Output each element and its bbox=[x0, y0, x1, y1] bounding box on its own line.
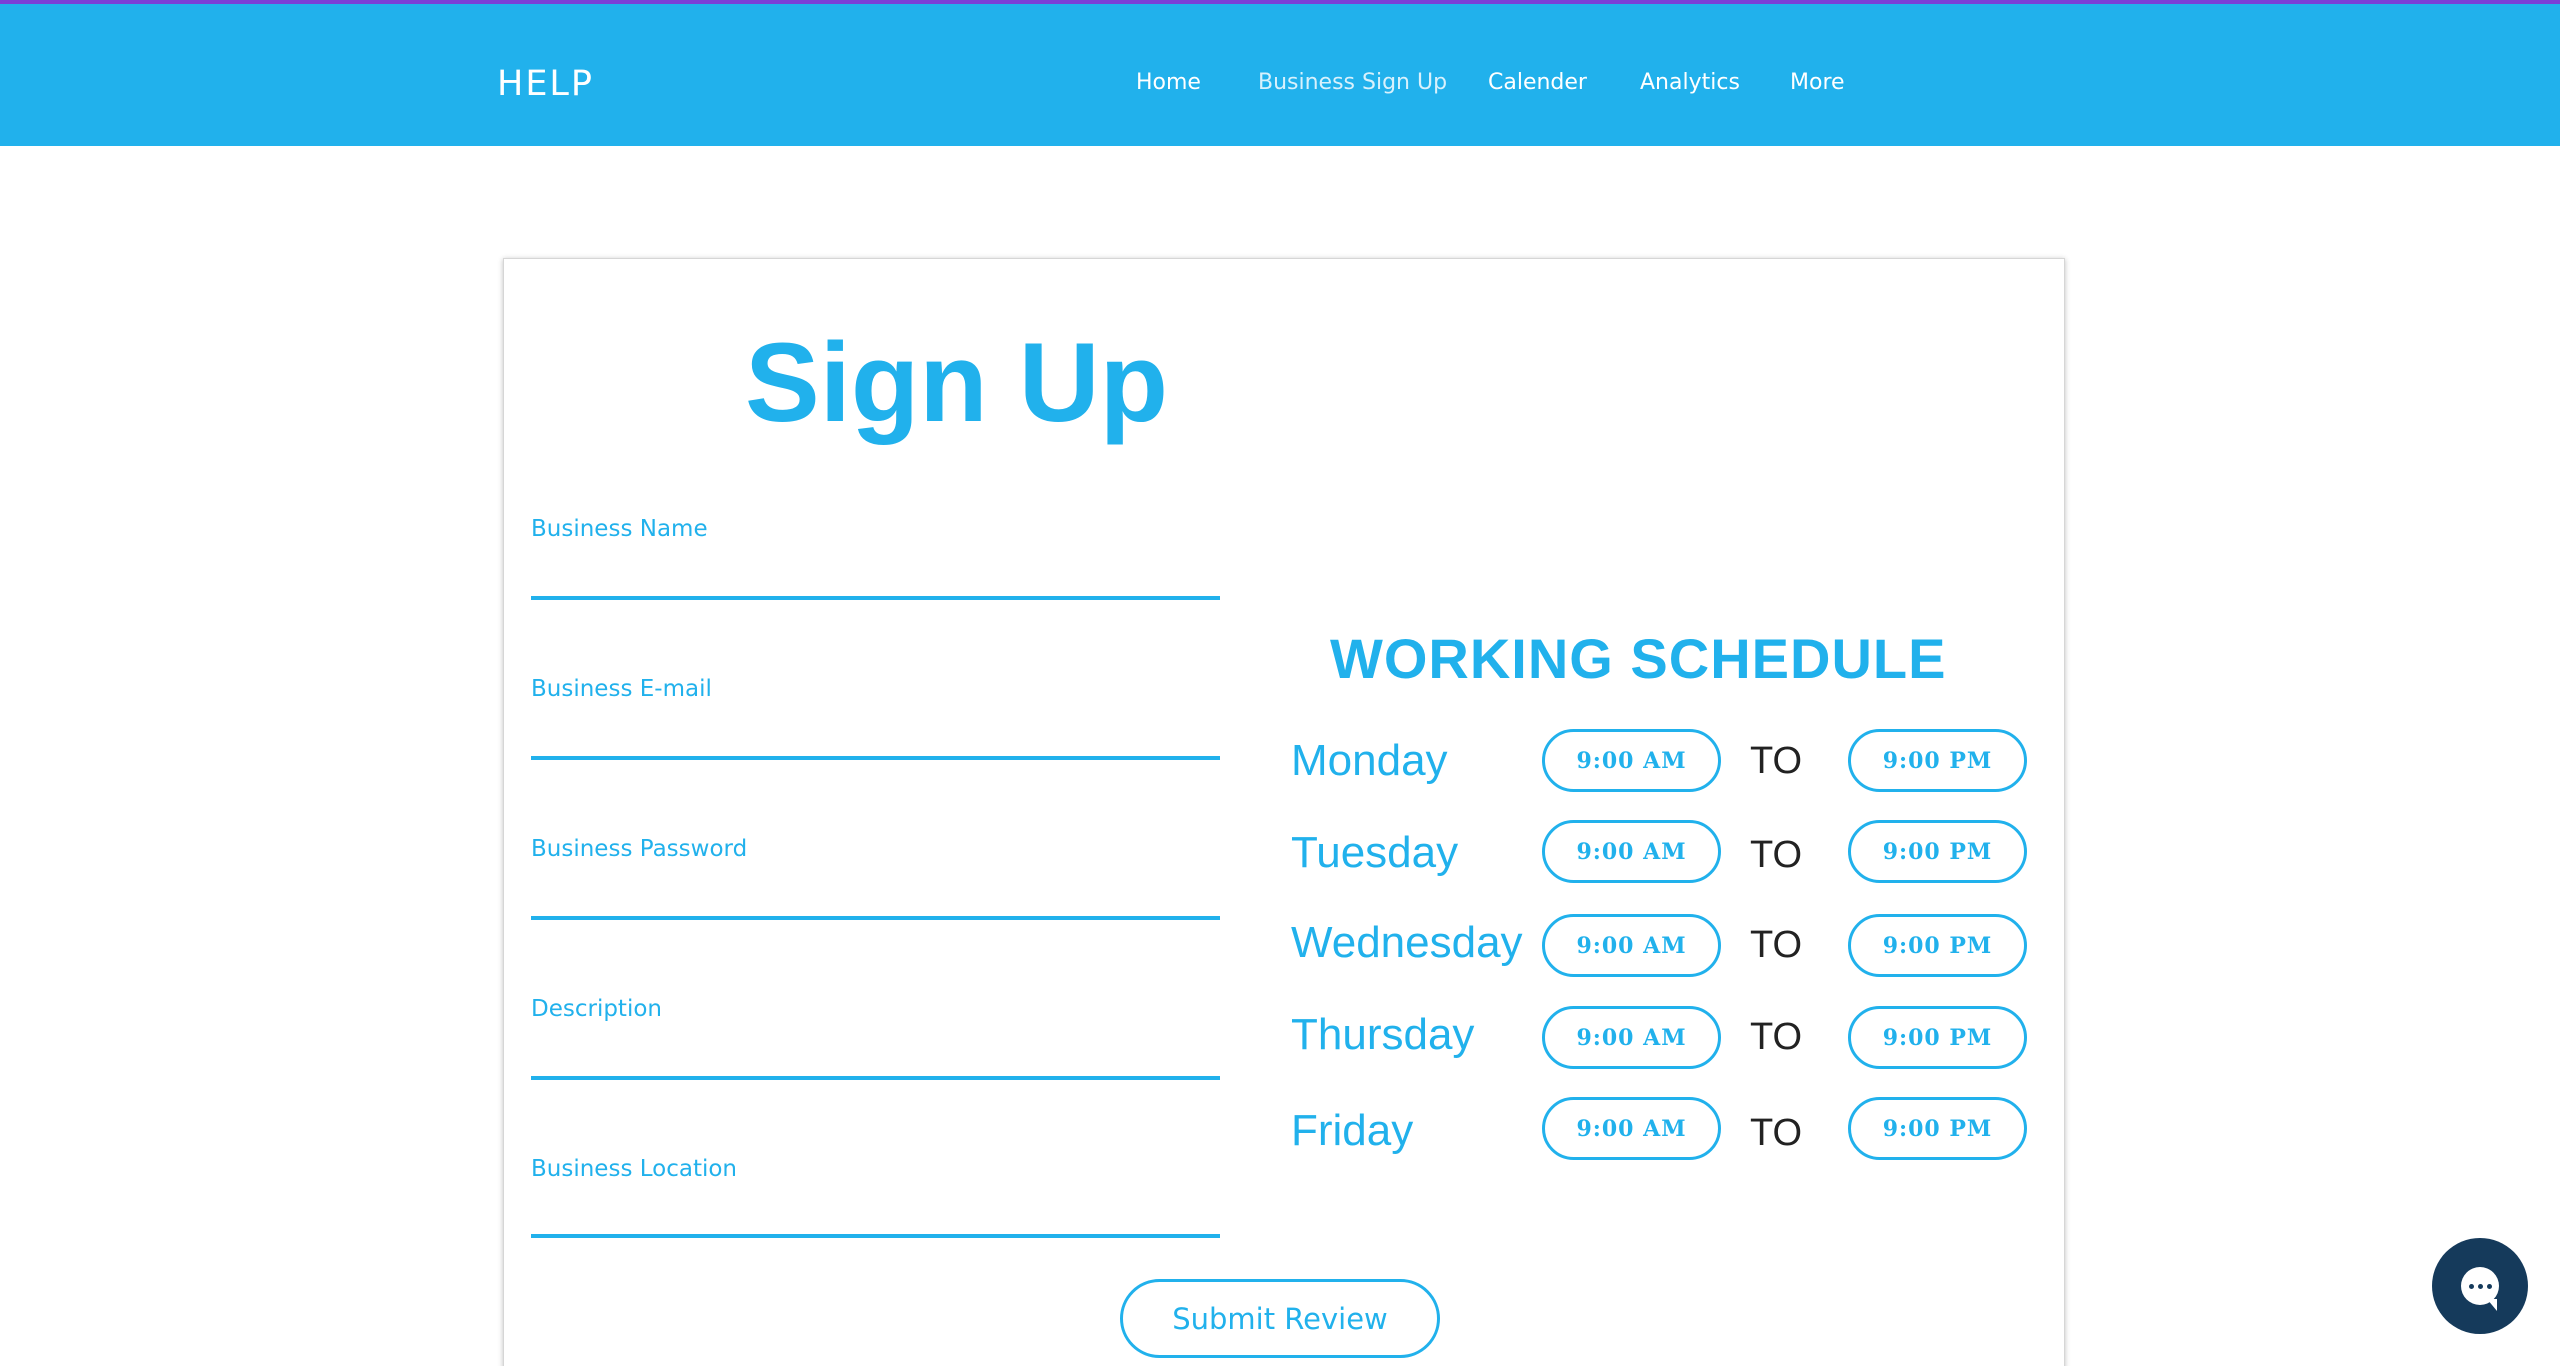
day-label-thursday: Thursday bbox=[1291, 1010, 1475, 1059]
to-label-wednesday: TO bbox=[1750, 924, 1803, 966]
day-label-monday: Monday bbox=[1291, 736, 1448, 785]
business-password-label: Business Password bbox=[531, 836, 748, 862]
start-time-wednesday[interactable]: 9:00 AM bbox=[1542, 914, 1721, 977]
business-name-input[interactable] bbox=[531, 556, 1220, 600]
business-name-label: Business Name bbox=[531, 516, 708, 542]
start-time-friday[interactable]: 9:00 AM bbox=[1542, 1097, 1721, 1160]
page-title: Sign Up bbox=[745, 320, 1169, 445]
chat-button[interactable] bbox=[2432, 1238, 2528, 1334]
schedule-title: WORKING SCHEDULE bbox=[1330, 627, 1947, 690]
business-location-input[interactable] bbox=[531, 1194, 1220, 1238]
end-time-friday[interactable]: 9:00 PM bbox=[1848, 1097, 2027, 1160]
day-label-friday: Friday bbox=[1291, 1106, 1414, 1155]
nav-item-analytics[interactable]: Analytics bbox=[1640, 70, 1740, 95]
end-time-monday[interactable]: 9:00 PM bbox=[1848, 729, 2027, 792]
description-label: Description bbox=[531, 996, 662, 1022]
start-time-thursday[interactable]: 9:00 AM bbox=[1542, 1006, 1721, 1069]
site-header: HELP Home Business Sign Up Calender Anal… bbox=[0, 4, 2560, 146]
end-time-wednesday[interactable]: 9:00 PM bbox=[1848, 914, 2027, 977]
nav-item-more[interactable]: More bbox=[1790, 70, 1845, 95]
nav-item-calender[interactable]: Calender bbox=[1488, 70, 1587, 95]
submit-review-button[interactable]: Submit Review bbox=[1120, 1279, 1440, 1358]
business-location-label: Business Location bbox=[531, 1156, 738, 1182]
business-password-input[interactable] bbox=[531, 876, 1220, 920]
start-time-monday[interactable]: 9:00 AM bbox=[1542, 729, 1721, 792]
nav-item-home[interactable]: Home bbox=[1136, 70, 1201, 95]
day-label-tuesday: Tuesday bbox=[1291, 828, 1459, 877]
day-label-wednesday: Wednesday bbox=[1291, 918, 1523, 967]
end-time-tuesday[interactable]: 9:00 PM bbox=[1848, 820, 2027, 883]
to-label-monday: TO bbox=[1750, 740, 1803, 782]
business-email-input[interactable] bbox=[531, 716, 1220, 760]
site-logo[interactable]: HELP bbox=[497, 64, 594, 104]
chat-icon bbox=[2461, 1267, 2499, 1311]
to-label-friday: TO bbox=[1750, 1112, 1803, 1154]
start-time-tuesday[interactable]: 9:00 AM bbox=[1542, 820, 1721, 883]
end-time-thursday[interactable]: 9:00 PM bbox=[1848, 1006, 2027, 1069]
nav-item-business-sign-up[interactable]: Business Sign Up bbox=[1258, 70, 1447, 95]
business-email-label: Business E-mail bbox=[531, 676, 712, 702]
to-label-tuesday: TO bbox=[1750, 834, 1803, 876]
description-input[interactable] bbox=[531, 1036, 1220, 1080]
to-label-thursday: TO bbox=[1750, 1016, 1803, 1058]
